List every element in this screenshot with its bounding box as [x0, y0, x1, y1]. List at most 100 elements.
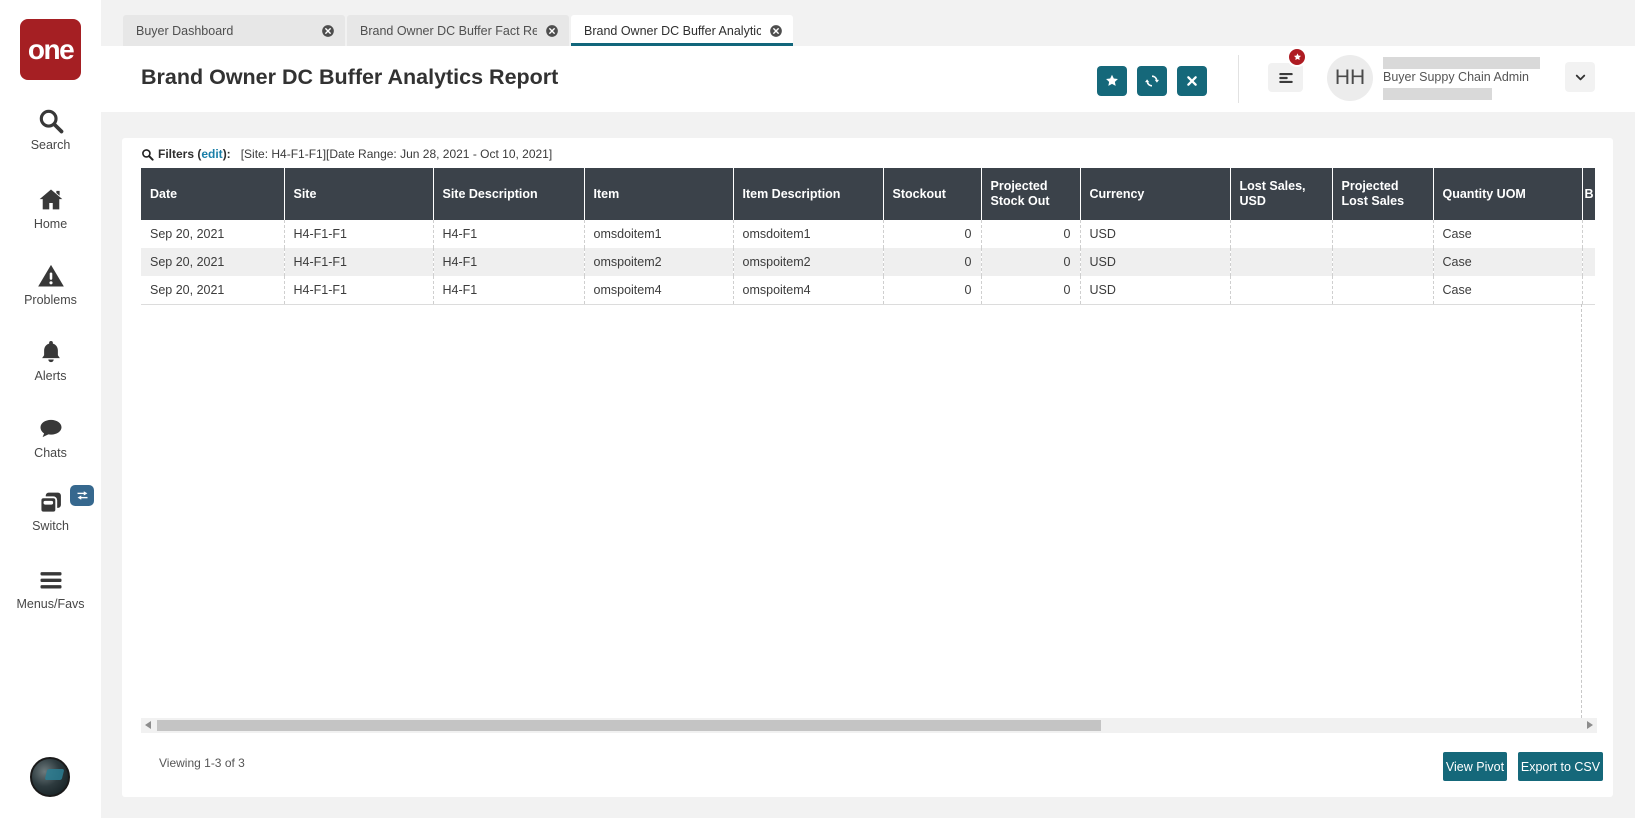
sidebar-item-menus-favs[interactable]: Menus/Favs	[0, 566, 101, 611]
sidebar-item-search[interactable]: Search	[0, 107, 101, 152]
home-icon	[37, 186, 65, 214]
table-cell: Sep 20, 2021	[141, 248, 284, 276]
table-cell: omspoitem2	[584, 248, 733, 276]
table-cell: USD	[1080, 276, 1230, 304]
filters-summary: [Site: H4-F1-F1][Date Range: Jun 28, 202…	[241, 147, 553, 161]
page-title: Brand Owner DC Buffer Analytics Report	[141, 65, 558, 90]
redacted-user-org	[1383, 88, 1492, 100]
column-header[interactable]: Currency	[1080, 168, 1230, 220]
tab-buffer-fact-report[interactable]: Brand Owner DC Buffer Fact Rep...	[347, 15, 569, 46]
filters-label-suffix: ):	[223, 147, 231, 161]
tab-close-icon[interactable]	[545, 24, 559, 38]
sidebar-item-chats[interactable]: Chats	[0, 415, 101, 460]
table-cell: USD	[1080, 220, 1230, 248]
chat-icon	[37, 415, 65, 443]
table-row[interactable]: Sep 20, 2021H4-F1-F1H4-F1omspoitem2omspo…	[141, 248, 1595, 276]
user-role: Buyer Suppy Chain Admin	[1383, 70, 1529, 84]
app-screen: one Search Home Problems	[0, 0, 1635, 818]
scrollbar-thumb[interactable]	[157, 720, 1101, 731]
switch-env-badge[interactable]	[70, 485, 94, 506]
tab-label: Buyer Dashboard	[136, 24, 313, 38]
table-cell	[1582, 276, 1595, 304]
column-header[interactable]: Projected Lost Sales	[1332, 168, 1433, 220]
chevron-down-icon	[1573, 70, 1588, 85]
tab-buffer-analytics-report[interactable]: Brand Owner DC Buffer Analytic...	[571, 15, 793, 46]
user-menu-button[interactable]	[1565, 62, 1595, 92]
table-cell: USD	[1080, 248, 1230, 276]
switch-icon	[37, 488, 65, 516]
column-header[interactable]: Stockout	[883, 168, 981, 220]
favorite-button[interactable]	[1097, 66, 1127, 96]
page-header: Brand Owner DC Buffer Analytics Report	[101, 46, 1635, 112]
report-table: DateSiteSite DescriptionItemItem Descrip…	[141, 168, 1595, 305]
table-cell: omsdoitem1	[584, 220, 733, 248]
table-cell: omsdoitem1	[733, 220, 883, 248]
text-lines-icon	[1276, 68, 1296, 88]
column-header[interactable]: Quantity UOM	[1433, 168, 1582, 220]
sidebar-item-label: Home	[0, 217, 101, 231]
filters-edit-link[interactable]: edit	[201, 147, 222, 161]
table-cell: 0	[981, 220, 1080, 248]
table-cell: 0	[883, 248, 981, 276]
tab-buyer-dashboard[interactable]: Buyer Dashboard	[123, 15, 345, 46]
close-icon	[1184, 73, 1200, 89]
table-cell	[1582, 248, 1595, 276]
table-cell: Sep 20, 2021	[141, 276, 284, 304]
column-header[interactable]: Item Description	[733, 168, 883, 220]
table-row[interactable]: Sep 20, 2021H4-F1-F1H4-F1omsdoitem1omsdo…	[141, 220, 1595, 248]
notifications-menu-button[interactable]	[1268, 63, 1303, 92]
user-avatar[interactable]: HH	[1327, 55, 1373, 101]
column-header[interactable]: Item	[584, 168, 733, 220]
table-cell	[1332, 276, 1433, 304]
tab-bar: Buyer Dashboard Brand Owner DC Buffer Fa…	[123, 15, 793, 46]
filter-search-icon	[141, 148, 154, 161]
table-cell: 0	[981, 276, 1080, 304]
table-cell: omspoitem4	[584, 276, 733, 304]
column-header[interactable]: B	[1582, 168, 1595, 220]
close-report-button[interactable]	[1177, 66, 1207, 96]
table-cell: Case	[1433, 248, 1582, 276]
scroll-left-arrow[interactable]	[145, 721, 151, 729]
table-cell: H4-F1-F1	[284, 220, 433, 248]
table-cell: H4-F1-F1	[284, 276, 433, 304]
column-header[interactable]: Lost Sales, USD	[1230, 168, 1332, 220]
table-row[interactable]: Sep 20, 2021H4-F1-F1H4-F1omspoitem4omspo…	[141, 276, 1595, 304]
table-cell	[1230, 220, 1332, 248]
table-head: DateSiteSite DescriptionItemItem Descrip…	[141, 168, 1595, 220]
column-header[interactable]: Site	[284, 168, 433, 220]
sidebar-item-home[interactable]: Home	[0, 186, 101, 231]
scroll-right-arrow[interactable]	[1587, 721, 1593, 729]
profile-avatar[interactable]	[30, 757, 70, 797]
table-header-row: DateSiteSite DescriptionItemItem Descrip…	[141, 168, 1595, 220]
sidebar-item-label: Search	[0, 138, 101, 152]
bell-icon	[37, 338, 65, 366]
refresh-button[interactable]	[1137, 66, 1167, 96]
column-header[interactable]: Date	[141, 168, 284, 220]
sidebar-item-label: Switch	[0, 519, 101, 533]
swap-arrows-icon	[75, 488, 90, 503]
search-icon	[37, 107, 65, 135]
table-cell: 0	[981, 248, 1080, 276]
tab-close-icon[interactable]	[321, 24, 335, 38]
sidebar-item-alerts[interactable]: Alerts	[0, 338, 101, 383]
tab-label: Brand Owner DC Buffer Analytic...	[584, 24, 761, 38]
table-cell: H4-F1-F1	[284, 248, 433, 276]
table-cell: Case	[1433, 220, 1582, 248]
column-header[interactable]: Projected Stock Out	[981, 168, 1080, 220]
sidebar-item-label: Chats	[0, 446, 101, 460]
table-cell	[1230, 248, 1332, 276]
horizontal-scrollbar[interactable]	[141, 718, 1597, 733]
tab-label: Brand Owner DC Buffer Fact Rep...	[360, 24, 537, 38]
export-csv-button[interactable]: Export to CSV	[1518, 752, 1603, 781]
sidebar-item-label: Alerts	[0, 369, 101, 383]
notification-badge	[1287, 47, 1307, 67]
one-logo[interactable]: one	[20, 19, 81, 80]
view-pivot-button[interactable]: View Pivot	[1443, 752, 1507, 781]
tab-close-icon[interactable]	[769, 24, 783, 38]
star-icon	[1104, 73, 1120, 89]
column-header[interactable]: Site Description	[433, 168, 584, 220]
warning-icon	[37, 262, 65, 290]
one-logo-text: one	[28, 34, 73, 66]
report-card: Filters (edit): [Site: H4-F1-F1][Date Ra…	[122, 138, 1613, 797]
sidebar-item-problems[interactable]: Problems	[0, 262, 101, 307]
